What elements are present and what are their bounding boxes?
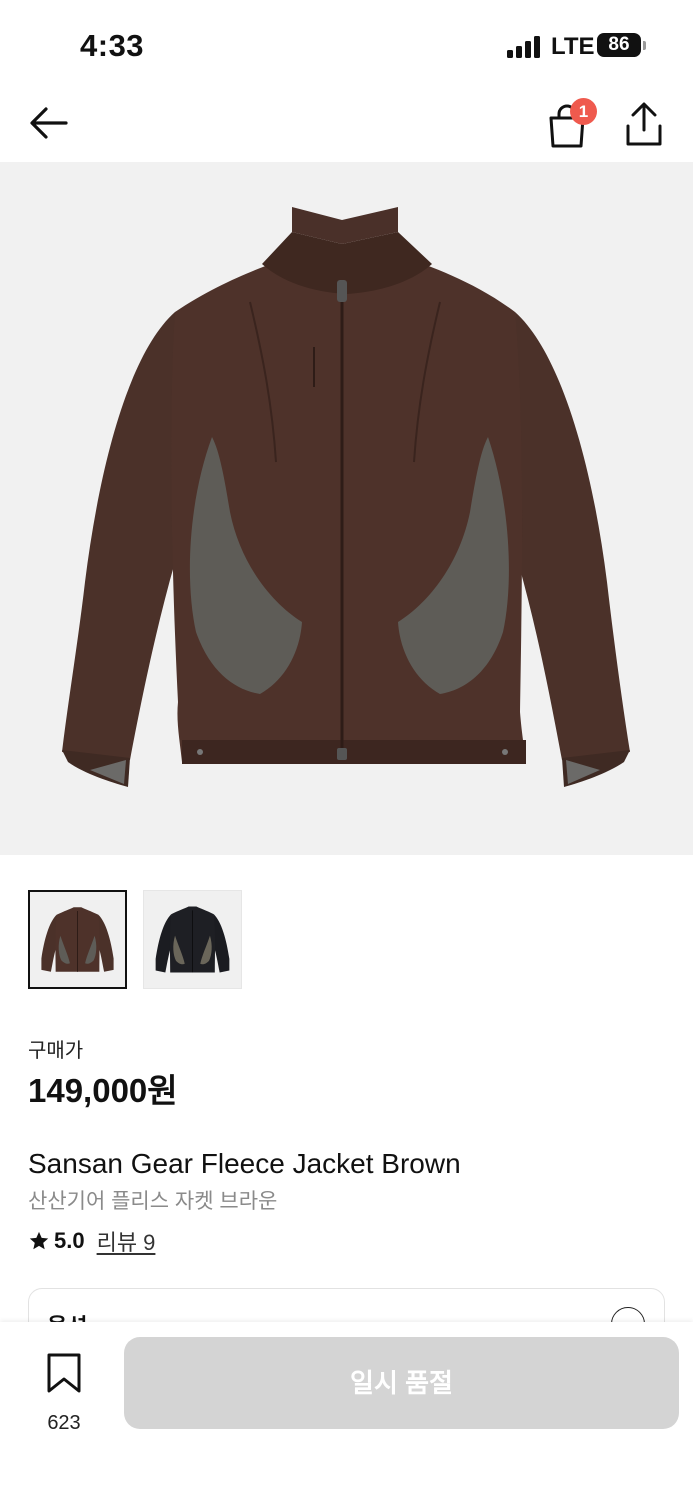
- rating-row: 5.0 리뷰 9: [28, 1226, 155, 1256]
- nav-bar: 1: [0, 90, 693, 162]
- bookmark-count: 623: [47, 1412, 81, 1434]
- back-button[interactable]: [24, 100, 74, 146]
- battery-tip: [643, 41, 646, 50]
- thumbnail-black-jacket: [155, 906, 230, 973]
- product-title-ko: 산산기어 플리스 자켓 브라운: [28, 1190, 278, 1213]
- network-label: LTE: [551, 33, 595, 60]
- price-label: 구매가: [28, 1040, 84, 1062]
- thumbnail-2[interactable]: [143, 890, 242, 989]
- battery-icon: 86: [597, 33, 641, 57]
- product-detail-screen: 4:33 LTE 86 1 구매가 149,000원 Sansan Gear F…: [0, 0, 693, 1500]
- rating-value: 5.0: [54, 1228, 85, 1253]
- thumbnail-brown-jacket: [41, 907, 114, 972]
- product-main-image[interactable]: [0, 162, 693, 855]
- arrow-left-icon: [30, 107, 68, 139]
- soldout-button[interactable]: 일시 품절: [124, 1337, 679, 1429]
- share-button[interactable]: [622, 100, 666, 148]
- jacket-image: [62, 207, 630, 787]
- share-icon: [626, 102, 662, 146]
- star-icon: [29, 1231, 49, 1250]
- cart-badge: 1: [570, 98, 597, 125]
- bookmark-icon: [47, 1353, 81, 1393]
- status-bar: 4:33 LTE 86: [0, 0, 693, 90]
- bottom-action-bar: 623 일시 품절: [0, 1322, 693, 1500]
- status-time: 4:33: [80, 28, 145, 63]
- product-title-en: Sansan Gear Fleece Jacket Brown: [28, 1148, 461, 1179]
- price: 149,000원: [28, 1072, 178, 1109]
- bookmark-button[interactable]: 623: [28, 1348, 100, 1434]
- signal-icon: [507, 36, 543, 58]
- review-link[interactable]: 리뷰 9: [97, 1225, 156, 1257]
- thumbnail-1[interactable]: [28, 890, 127, 989]
